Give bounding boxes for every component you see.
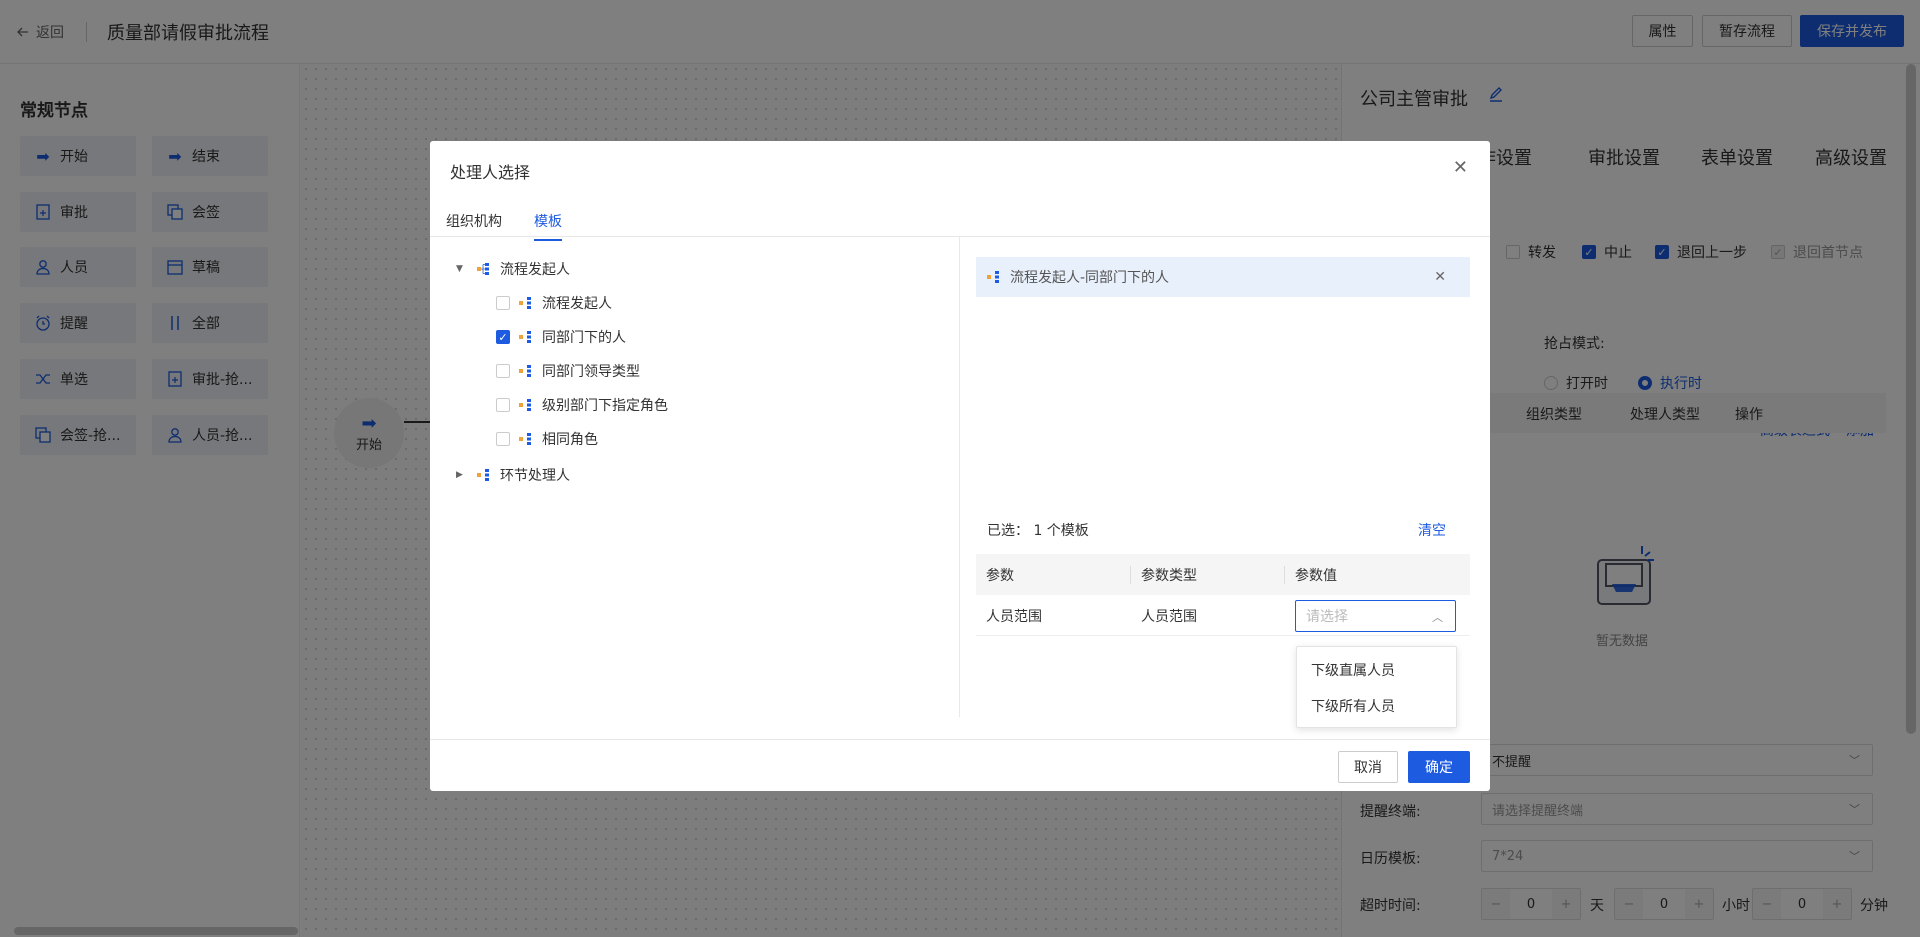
org-icon [476, 262, 492, 276]
chevron-up-icon: ︿ [1432, 611, 1443, 624]
param-table-header: 参数 参数类型 参数值 [976, 554, 1470, 595]
tree-node-step-handler[interactable]: ▶ 环节处理人 [456, 465, 570, 485]
template-tree: ▼ 流程发起人 流程发起人 ✓ 同部门下的人 同部门领导类型 级别部门下指定角色 [430, 237, 960, 717]
tree-leaf-label: 相同角色 [542, 432, 598, 448]
close-icon[interactable]: ✕ [1453, 157, 1468, 178]
dialog-title: 处理人选择 [450, 163, 531, 182]
dropdown-option[interactable]: 下级所有人员 [1311, 696, 1395, 716]
checkbox[interactable] [496, 364, 510, 378]
dropdown-option[interactable]: 下级直属人员 [1311, 660, 1395, 680]
org-icon [476, 468, 492, 482]
cancel-button[interactable]: 取消 [1338, 751, 1398, 783]
checkbox[interactable] [496, 432, 510, 446]
org-icon [518, 364, 534, 378]
param-name: 人员范围 [986, 608, 1042, 625]
tree-node-initiator[interactable]: ▼ 流程发起人 [456, 259, 570, 279]
tree-leaf-label: 流程发起人 [542, 296, 612, 312]
org-icon [518, 330, 534, 344]
tree-leaf-label: 同部门下的人 [542, 330, 626, 346]
tree-leaf-label: 同部门领导类型 [542, 364, 640, 380]
caret-down-icon[interactable]: ▼ [456, 264, 468, 274]
dialog-footer: 取消 确定 [430, 739, 1490, 791]
tree-node-label: 流程发起人 [500, 262, 570, 278]
org-icon [986, 270, 1002, 284]
table-row: 人员范围 人员范围 请选择 ︿ [976, 595, 1470, 636]
org-icon [518, 296, 534, 310]
org-icon [518, 432, 534, 446]
param-value-select[interactable]: 请选择 ︿ [1295, 600, 1456, 632]
column-header: 参数值 [1295, 567, 1337, 584]
param-type: 人员范围 [1141, 608, 1197, 625]
selected-item: 流程发起人-同部门下的人 ✕ [976, 257, 1470, 297]
param-value-dropdown: 下级直属人员 下级所有人员 [1296, 646, 1457, 728]
tree-leaf[interactable]: 同部门领导类型 [496, 361, 640, 381]
selected-item-label: 流程发起人-同部门下的人 [1010, 270, 1170, 286]
tree-node-label: 环节处理人 [500, 468, 570, 484]
org-icon [518, 398, 534, 412]
param-table: 参数 参数类型 参数值 人员范围 人员范围 请选择 ︿ [976, 554, 1470, 636]
clear-link[interactable]: 清空 [1418, 520, 1446, 540]
confirm-button[interactable]: 确定 [1408, 751, 1470, 783]
selected-count: 已选： 1 个模板 [987, 523, 1089, 539]
handler-select-dialog: 处理人选择 ✕ 组织机构 模板 ▼ 流程发起人 流程发起人 ✓ 同部门下的人 同… [430, 141, 1490, 791]
tree-leaf-label: 级别部门下指定角色 [542, 398, 668, 414]
dialog-tabs: 组织机构 模板 [430, 203, 1490, 241]
tab-organization[interactable]: 组织机构 [446, 211, 502, 239]
column-header: 参数类型 [1141, 567, 1197, 584]
checkbox[interactable] [496, 398, 510, 412]
tree-leaf[interactable]: 流程发起人 [496, 293, 612, 313]
tree-leaf[interactable]: ✓ 同部门下的人 [496, 327, 626, 347]
remove-icon[interactable]: ✕ [1434, 269, 1446, 285]
checkbox[interactable]: ✓ [496, 330, 510, 344]
tree-leaf[interactable]: 级别部门下指定角色 [496, 395, 668, 415]
column-header: 参数 [986, 567, 1014, 584]
tree-leaf[interactable]: 相同角色 [496, 429, 598, 449]
checkbox[interactable] [496, 296, 510, 310]
select-placeholder: 请选择 [1306, 609, 1348, 625]
caret-right-icon[interactable]: ▶ [456, 470, 468, 480]
